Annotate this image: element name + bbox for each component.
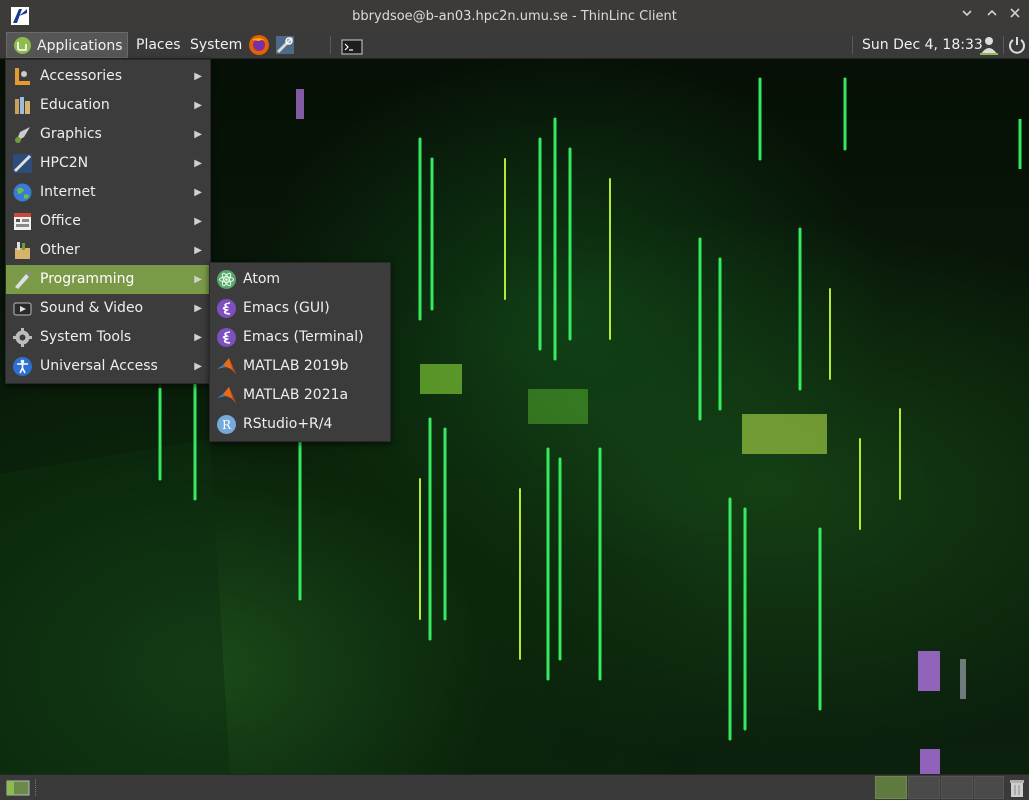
power-icon[interactable] (1006, 34, 1028, 56)
menu-item-other[interactable]: Other ▶ (6, 236, 210, 265)
submenu-arrow-icon: ▶ (194, 274, 202, 285)
window-title: bbrydsoe@b-an03.hpc2n.umu.se - ThinLinc … (352, 8, 677, 24)
bottom-panel (0, 774, 1029, 800)
system-menu-button[interactable]: System (186, 32, 246, 58)
emacs-icon (217, 328, 236, 347)
applications-label: Applications (37, 38, 123, 54)
accessories-icon (15, 68, 30, 85)
menu-item-atom[interactable]: Atom (210, 265, 390, 294)
settings-tool-icon[interactable] (274, 34, 296, 56)
clock[interactable]: Sun Dec 4, 18:33 (862, 32, 983, 58)
education-icon (15, 97, 30, 114)
hpc2n-icon (13, 154, 32, 173)
trash-icon[interactable] (1008, 778, 1026, 798)
graphics-icon (15, 127, 30, 143)
places-label: Places (136, 37, 181, 53)
submenu-arrow-icon: ▶ (194, 129, 202, 140)
emacs-icon (217, 299, 236, 318)
menu-item-graphics[interactable]: Graphics ▶ (6, 120, 210, 149)
system-label: System (190, 37, 243, 53)
terminal-icon[interactable] (341, 36, 363, 58)
places-menu-button[interactable]: Places (132, 32, 185, 58)
universal-access-icon (13, 357, 32, 376)
panel-separator (1003, 36, 1004, 54)
submenu-arrow-icon: ▶ (194, 158, 202, 169)
menu-item-matlab-2019b[interactable]: MATLAB 2019b (210, 352, 390, 381)
firefox-icon[interactable] (248, 34, 270, 56)
menu-item-hpc2n[interactable]: HPC2N ▶ (6, 149, 210, 178)
menu-item-accessories[interactable]: Accessories ▶ (6, 62, 210, 91)
user-icon[interactable] (978, 34, 1000, 56)
panel-separator (330, 36, 331, 54)
programming-submenu: Atom Emacs (GUI) Emacs (Terminal) MATLAB… (209, 262, 391, 442)
top-panel: Applications Places System Sun Dec 4, 18… (0, 32, 1029, 59)
workspace-2[interactable] (908, 776, 940, 799)
programming-icon (15, 271, 31, 289)
chevron-down-icon (962, 10, 972, 17)
menu-item-education[interactable]: Education ▶ (6, 91, 210, 120)
workspace-4[interactable] (974, 776, 1004, 799)
workspace-1[interactable] (875, 776, 907, 799)
menu-item-office[interactable]: Office ▶ (6, 207, 210, 236)
thinlinc-app-icon (11, 7, 29, 25)
panel-handle[interactable] (35, 779, 38, 796)
matlab-icon (217, 358, 236, 374)
internet-globe-icon (13, 183, 32, 202)
submenu-arrow-icon: ▶ (194, 71, 202, 82)
submenu-arrow-icon: ▶ (194, 187, 202, 198)
submenu-arrow-icon: ▶ (194, 216, 202, 227)
submenu-arrow-icon: ▶ (194, 303, 202, 314)
workspace-3[interactable] (941, 776, 973, 799)
matlab-icon (217, 387, 236, 403)
close-button[interactable] (1006, 7, 1024, 25)
office-icon (14, 213, 31, 230)
submenu-arrow-icon: ▶ (194, 332, 202, 343)
menu-item-rstudio[interactable]: R RStudio+R/4 (210, 410, 390, 439)
mint-logo-icon (14, 37, 31, 54)
other-icon (15, 242, 30, 259)
menu-item-programming[interactable]: Programming ▶ (6, 265, 210, 294)
sound-video-icon (13, 302, 32, 316)
window-titlebar: bbrydsoe@b-an03.hpc2n.umu.se - ThinLinc … (0, 0, 1029, 33)
menu-item-sound-video[interactable]: Sound & Video ▶ (6, 294, 210, 323)
menu-item-matlab-2021a[interactable]: MATLAB 2021a (210, 381, 390, 410)
menu-item-internet[interactable]: Internet ▶ (6, 178, 210, 207)
close-icon (1010, 8, 1020, 18)
system-tools-icon (13, 328, 32, 347)
panel-separator (852, 36, 853, 54)
chevron-up-icon (987, 9, 997, 16)
svg-text:R: R (222, 418, 232, 432)
submenu-arrow-icon: ▶ (194, 245, 202, 256)
rstudio-icon: R (217, 415, 236, 434)
menu-item-emacs-gui[interactable]: Emacs (GUI) (210, 294, 390, 323)
submenu-arrow-icon: ▶ (194, 100, 202, 111)
menu-item-system-tools[interactable]: System Tools ▶ (6, 323, 210, 352)
menu-item-emacs-terminal[interactable]: Emacs (Terminal) (210, 323, 390, 352)
minimize-button[interactable] (958, 7, 976, 25)
applications-menu-button[interactable]: Applications (6, 32, 128, 58)
show-desktop-icon[interactable] (6, 780, 30, 796)
menu-item-universal-access[interactable]: Universal Access ▶ (6, 352, 210, 381)
applications-menu: Accessories ▶ Education ▶ Graphics ▶ HPC… (5, 59, 211, 384)
maximize-button[interactable] (983, 7, 1001, 25)
atom-icon (217, 270, 236, 289)
submenu-arrow-icon: ▶ (194, 361, 202, 372)
